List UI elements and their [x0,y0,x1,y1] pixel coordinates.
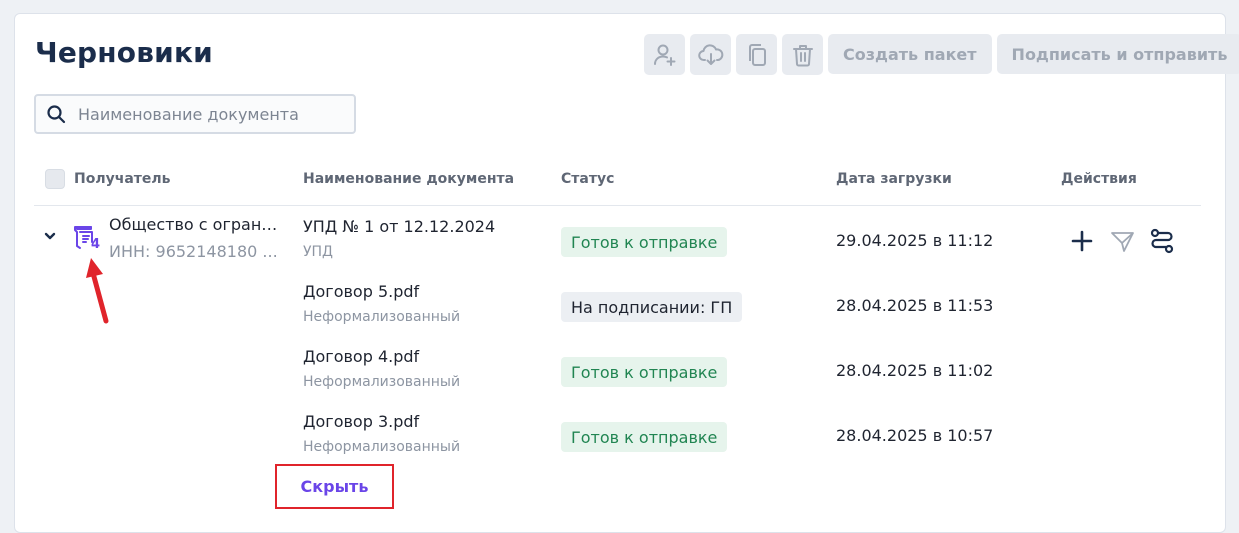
search-input[interactable] [76,103,346,125]
route-icon[interactable] [1149,228,1175,254]
copy-icon [748,43,766,66]
plus-icon[interactable] [1069,228,1095,254]
status-badge: Готов к отправке [561,422,728,452]
cloud-download-icon [697,43,723,65]
add-recipient-button[interactable] [644,34,685,75]
document-type: Неформализованный [303,309,461,325]
document-name[interactable]: Договор 5.pdf [303,282,419,301]
drafts-panel: Черновики Создать пакет Подписать и отпр… [14,13,1239,533]
toolbar: Создать пакет Подписать и отправить [644,34,1239,75]
send-icon[interactable] [1109,228,1135,254]
create-package-button[interactable]: Создать пакет [828,34,992,74]
search-box [34,94,356,134]
table-row[interactable]: Договор 5.pdf Неформализованный На подписа… [15,282,1227,342]
column-header-status[interactable]: Статус [561,171,614,187]
table-row[interactable]: УПД № 1 от 12.12.2024 УПД Готов к отправке… [15,217,1227,277]
upload-date: 28.04.2025 в 11:02 [836,361,994,380]
table-row[interactable]: Договор 3.pdf Неформализованный Готов к от… [15,412,1227,472]
trash-icon [792,44,813,66]
document-type: Неформализованный [303,439,461,455]
upload-date: 28.04.2025 в 10:57 [836,426,994,445]
header-divider [34,205,1201,206]
status-badge: Готов к отправке [561,227,728,257]
sign-and-send-button[interactable]: Подписать и отправить [996,34,1239,74]
row-actions [1069,228,1175,254]
page-title: Черновики [35,36,214,69]
document-type: Неформализованный [303,374,461,390]
status-badge: Готов к отправке [561,357,728,387]
column-header-doc-name[interactable]: Наименование документа [303,171,514,187]
delete-button[interactable] [782,34,823,75]
select-all-checkbox[interactable] [45,169,65,189]
copy-button[interactable] [736,34,777,75]
document-name[interactable]: УПД № 1 от 12.12.2024 [303,217,495,236]
document-name[interactable]: Договор 4.pdf [303,347,419,366]
upload-date: 29.04.2025 в 11:12 [836,231,994,250]
column-header-upload-date[interactable]: Дата загрузки [836,171,952,187]
column-header-recipient[interactable]: Получатель [74,171,171,187]
upload-date: 28.04.2025 в 11:53 [836,296,994,315]
add-user-icon [653,44,675,66]
table-row[interactable]: Договор 4.pdf Неформализованный Готов к от… [15,347,1227,407]
document-type: УПД [303,244,333,260]
search-icon [47,105,66,124]
download-button[interactable] [690,34,731,75]
hide-documents-link[interactable]: Скрыть [275,464,394,509]
column-header-actions: Действия [1061,171,1137,187]
document-name[interactable]: Договор 3.pdf [303,412,419,431]
status-badge: На подписании: ГП [561,292,743,322]
